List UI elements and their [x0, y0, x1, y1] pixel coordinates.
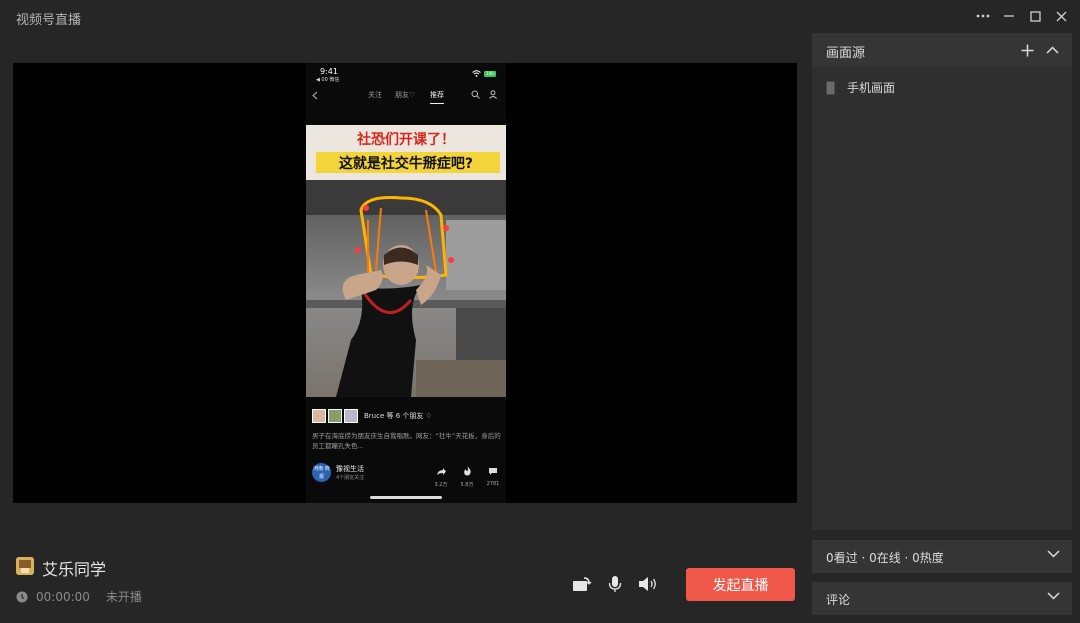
share-count: 3.2万: [434, 482, 448, 488]
preview-stage: 9:41 ◀ 00 微信 100 关注 朋友♡ 推荐 社恐们开课了！ 这就是社交…: [13, 63, 797, 503]
close-icon[interactable]: [1048, 4, 1074, 28]
comment-icon: [489, 468, 497, 475]
phone-nav: 关注 朋友♡ 推荐: [306, 87, 506, 105]
account-logo[interactable]: 河南 商报: [312, 463, 331, 482]
start-live-button[interactable]: 发起直播: [686, 568, 795, 601]
friend-avatar: [344, 409, 358, 423]
phone-status-bar: 9:41 ◀ 00 微信 100: [306, 66, 506, 84]
comments-title: 评论: [826, 593, 851, 607]
live-status: 未开播: [105, 590, 142, 604]
phone-carrier: ◀ 00 微信: [316, 77, 340, 83]
back-icon[interactable]: [312, 91, 318, 100]
collapse-up-icon[interactable]: [1042, 40, 1062, 60]
video-scene: [306, 180, 506, 397]
friend-avatar: [312, 409, 326, 423]
clock-icon: [16, 591, 28, 602]
sources-panel: 画面源 手机画面: [812, 33, 1072, 530]
sources-panel-header: 画面源: [812, 33, 1072, 66]
wifi-icon: [472, 70, 481, 77]
battery-icon: 100: [484, 70, 496, 77]
video-banner: 社恐们开课了！ 这就是社交牛掰症吧?: [306, 125, 506, 180]
account-row: 河南 商报 豫视生活 4个朋友关注 3.2万 5.8万 2781: [312, 461, 502, 488]
like-count: 5.8万: [460, 482, 474, 488]
source-item-phone[interactable]: 手机画面: [826, 79, 895, 96]
share-icon: [437, 468, 446, 475]
headline-line1: 社恐们开课了！: [357, 132, 455, 148]
comments-bar[interactable]: 评论: [812, 582, 1072, 615]
friend-avatar: [328, 409, 342, 423]
microphone-icon[interactable]: [604, 574, 626, 594]
comment-action[interactable]: 2781: [480, 461, 506, 487]
phone-time: 9:41: [320, 67, 338, 76]
app-title: 视频号直播: [16, 13, 82, 28]
video-frame[interactable]: 社恐们开课了！ 这就是社交牛掰症吧?: [306, 125, 506, 397]
sources-panel-title: 画面源: [826, 46, 866, 61]
account-name[interactable]: 豫视生活: [336, 464, 364, 474]
live-timer: 00:00:00: [36, 589, 90, 604]
phone-tab-friends[interactable]: 朋友♡: [395, 90, 415, 100]
share-action[interactable]: 3.2万: [428, 461, 454, 488]
comment-count: 2781: [486, 481, 500, 487]
streamer-name: 艾乐同学: [42, 560, 107, 579]
search-icon[interactable]: [471, 90, 480, 99]
account-sub: 4个朋友关注: [336, 475, 365, 481]
phone-screen: 9:41 ◀ 00 微信 100 关注 朋友♡ 推荐 社恐们开课了！ 这就是社交…: [306, 63, 506, 503]
video-person-image: [306, 180, 506, 397]
minimize-icon[interactable]: [996, 4, 1022, 28]
add-source-icon[interactable]: [1017, 40, 1037, 60]
title-bar: 视频号直播: [0, 0, 1080, 32]
speaker-icon[interactable]: [637, 574, 659, 594]
window-controls: [970, 4, 1074, 28]
media-controls: [571, 574, 670, 594]
stats-text: 0看过 · 0在线 · 0热度: [826, 551, 944, 565]
friends-row[interactable]: Bruce 等 6 个朋友 ♢: [312, 409, 432, 423]
source-item-label: 手机画面: [847, 81, 896, 95]
screen-rotate-icon[interactable]: [571, 574, 593, 594]
more-icon[interactable]: [970, 4, 996, 28]
home-indicator: [370, 496, 442, 499]
maximize-icon[interactable]: [1022, 4, 1048, 28]
phone-source-icon: [826, 81, 835, 94]
timer-row: 00:00:00 未开播: [16, 588, 142, 605]
phone-tab-follow[interactable]: 关注: [368, 90, 382, 100]
video-description: 男子在海底捞为朋友庆生自我唱歌。网友：“社牛”天花板，身后的员工都瞳孔失色...: [312, 432, 501, 450]
friends-text: Bruce 等 6 个朋友 ♢: [364, 412, 432, 420]
chevron-down-icon[interactable]: [1047, 592, 1060, 600]
chevron-down-icon[interactable]: [1047, 550, 1060, 558]
streamer-avatar: [16, 557, 34, 575]
phone-tab-recommend[interactable]: 推荐: [430, 90, 444, 104]
fire-icon: [463, 466, 471, 476]
like-action[interactable]: 5.8万: [454, 461, 480, 488]
stats-bar[interactable]: 0看过 · 0在线 · 0热度: [812, 540, 1072, 573]
profile-icon[interactable]: [489, 90, 497, 99]
headline-line2: 这就是社交牛掰症吧?: [338, 156, 474, 172]
phone-signal: 100: [472, 70, 496, 77]
